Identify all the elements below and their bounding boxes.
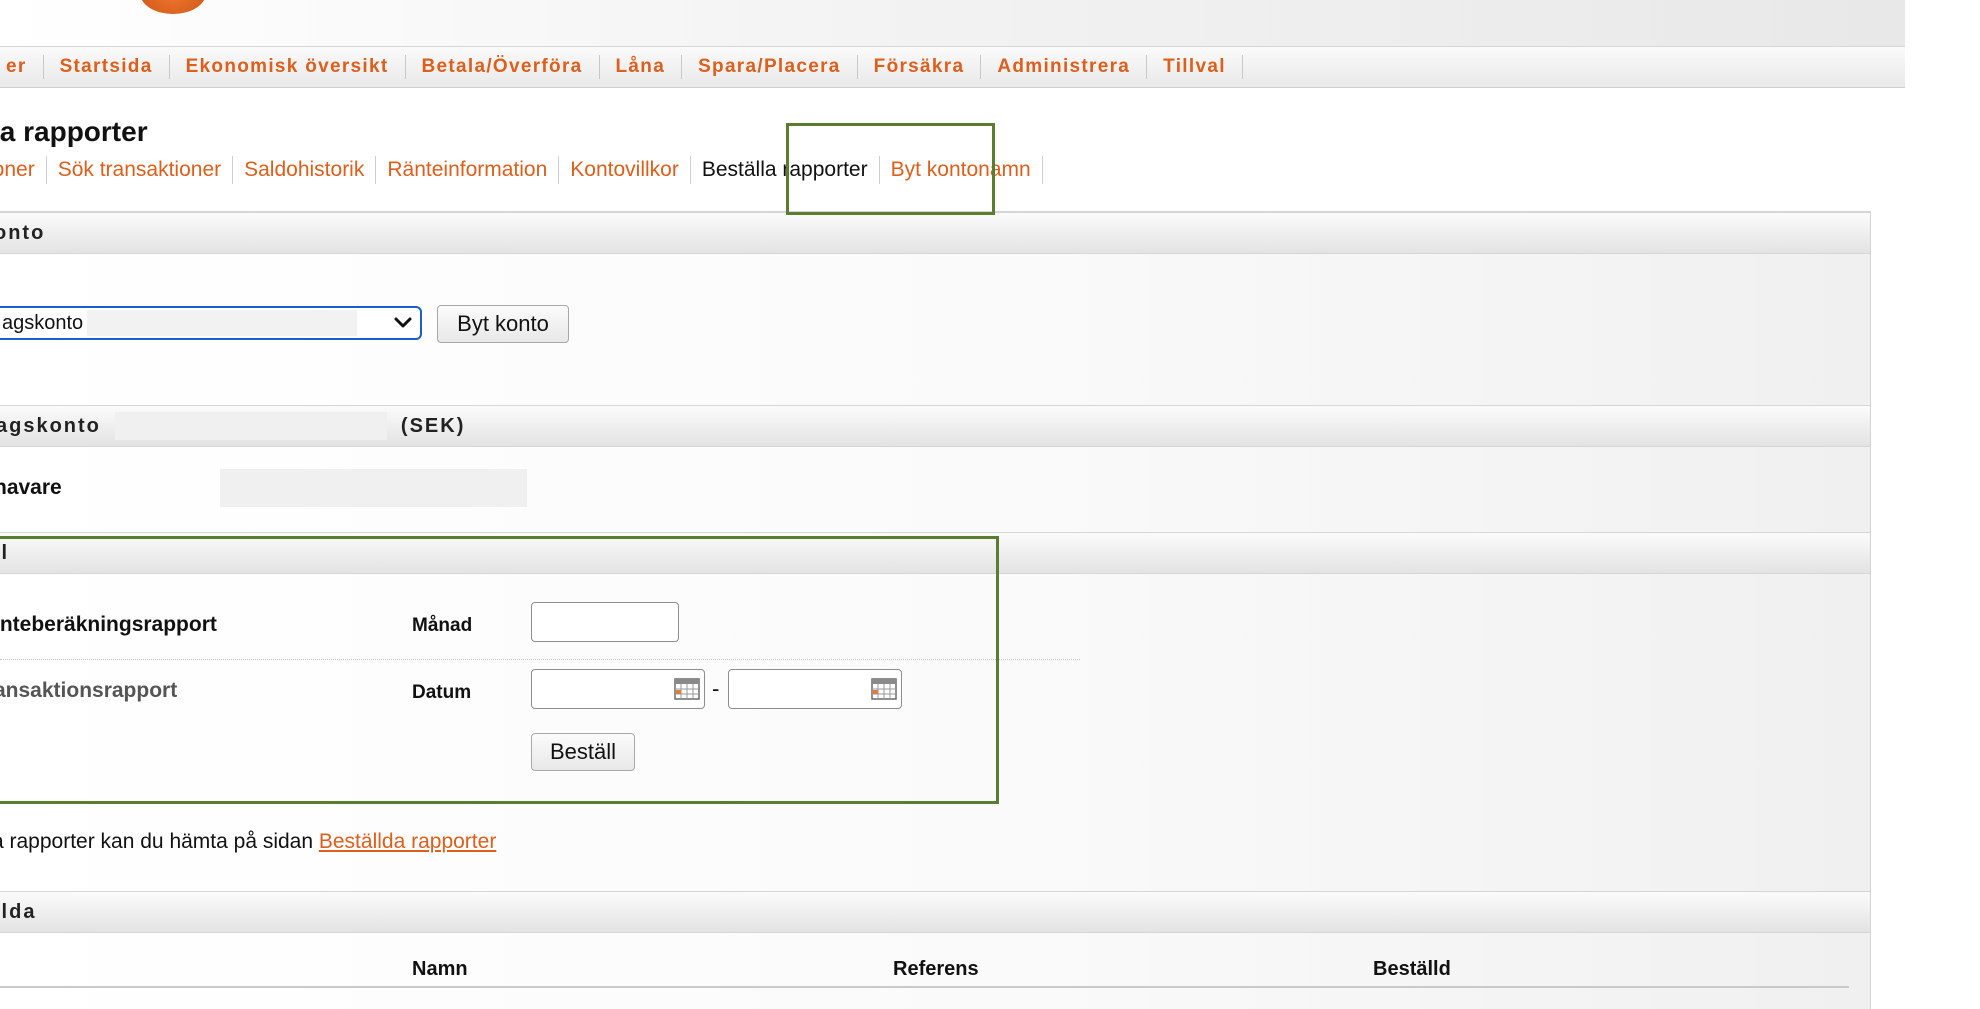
main-nav-item-betala-overfora[interactable]: Betala/Överföra [406, 55, 600, 79]
sub-nav-item-balance-history[interactable]: Saldohistorik [233, 156, 377, 184]
month-label: Månad [412, 615, 473, 636]
main-nav-item-partial[interactable]: er [0, 55, 44, 79]
section-header-konto: onto [0, 212, 1870, 254]
date-to-input[interactable] [728, 669, 902, 709]
bank-logo-icon[interactable] [140, 0, 206, 14]
main-nav-item-lana[interactable]: Låna [600, 55, 683, 79]
table-header-rule [0, 986, 1849, 988]
column-header-name[interactable]: Namn [412, 958, 468, 981]
ordered-reports-link[interactable]: Beställda rapporter [319, 830, 496, 853]
sub-nav-item-search-transactions[interactable]: Sök transaktioner [47, 156, 234, 184]
sub-nav-item-account-terms[interactable]: Kontovillkor [559, 156, 691, 184]
section-header-order: ll [0, 532, 1870, 574]
date-from-input[interactable] [531, 669, 705, 709]
masked-account-number [87, 310, 358, 336]
section-title-ordered: llda [0, 900, 37, 923]
main-nav-item-ekonomisk-oversikt[interactable]: Ekonomisk översikt [170, 55, 406, 79]
date-range-separator: - [712, 676, 720, 701]
page-title: la rapporter [0, 116, 148, 147]
section-title-order: ll [0, 541, 10, 564]
section-title-konto: onto [0, 221, 46, 244]
calendar-icon[interactable] [674, 678, 700, 700]
sub-nav-item-rename-account[interactable]: Byt kontonamn [880, 156, 1043, 184]
ordered-reports-info: a rapporter kan du hämta på sidan Bestäl… [0, 830, 496, 854]
calendar-icon[interactable] [871, 678, 897, 700]
section-title-account: agskonto [0, 414, 101, 437]
chevron-down-icon [394, 317, 412, 328]
main-nav-item-spara-placera[interactable]: Spara/Placera [682, 55, 858, 79]
change-account-button[interactable]: Byt konto [437, 305, 569, 343]
account-holder-label: havare [0, 476, 62, 499]
section-header-ordered: llda [0, 891, 1870, 933]
masked-account-number [114, 412, 387, 440]
sub-nav-item-interest-info[interactable]: Ränteinformation [376, 156, 560, 184]
month-input[interactable] [531, 602, 679, 642]
transaction-report-label: ansaktionsrapport [0, 679, 178, 702]
account-select[interactable]: agskonto [0, 306, 422, 340]
interest-report-label: inteberäkningsrapport [0, 613, 217, 636]
masked-account-holder [220, 469, 527, 507]
account-currency: (SEK) [400, 414, 466, 437]
row-divider [0, 659, 1080, 660]
column-header-reference[interactable]: Referens [893, 958, 979, 981]
top-header [0, 0, 1905, 46]
order-button[interactable]: Beställ [531, 733, 635, 771]
date-label: Datum [412, 682, 472, 703]
ordered-reports-info-text: a rapporter kan du hämta på sidan [0, 830, 319, 853]
main-nav-item-tillval[interactable]: Tillval [1147, 55, 1243, 79]
section-header-account: agskonto (SEK) [0, 405, 1870, 447]
sub-nav-item-transactions[interactable]: ioner [0, 156, 47, 184]
main-navigation: er Startsida Ekonomisk översikt Betala/Ö… [0, 46, 1905, 88]
sub-navigation: ioner Sök transaktioner Saldohistorik Rä… [0, 156, 1043, 184]
account-select-value: agskonto [2, 311, 84, 334]
column-header-ordered[interactable]: Beställd [1373, 958, 1451, 981]
main-nav-item-administrera[interactable]: Administrera [981, 55, 1148, 79]
sub-nav-item-order-reports[interactable]: Beställa rapporter [691, 156, 880, 184]
main-nav-item-startsida[interactable]: Startsida [44, 55, 170, 79]
main-nav-item-forsakra[interactable]: Försäkra [858, 55, 982, 79]
